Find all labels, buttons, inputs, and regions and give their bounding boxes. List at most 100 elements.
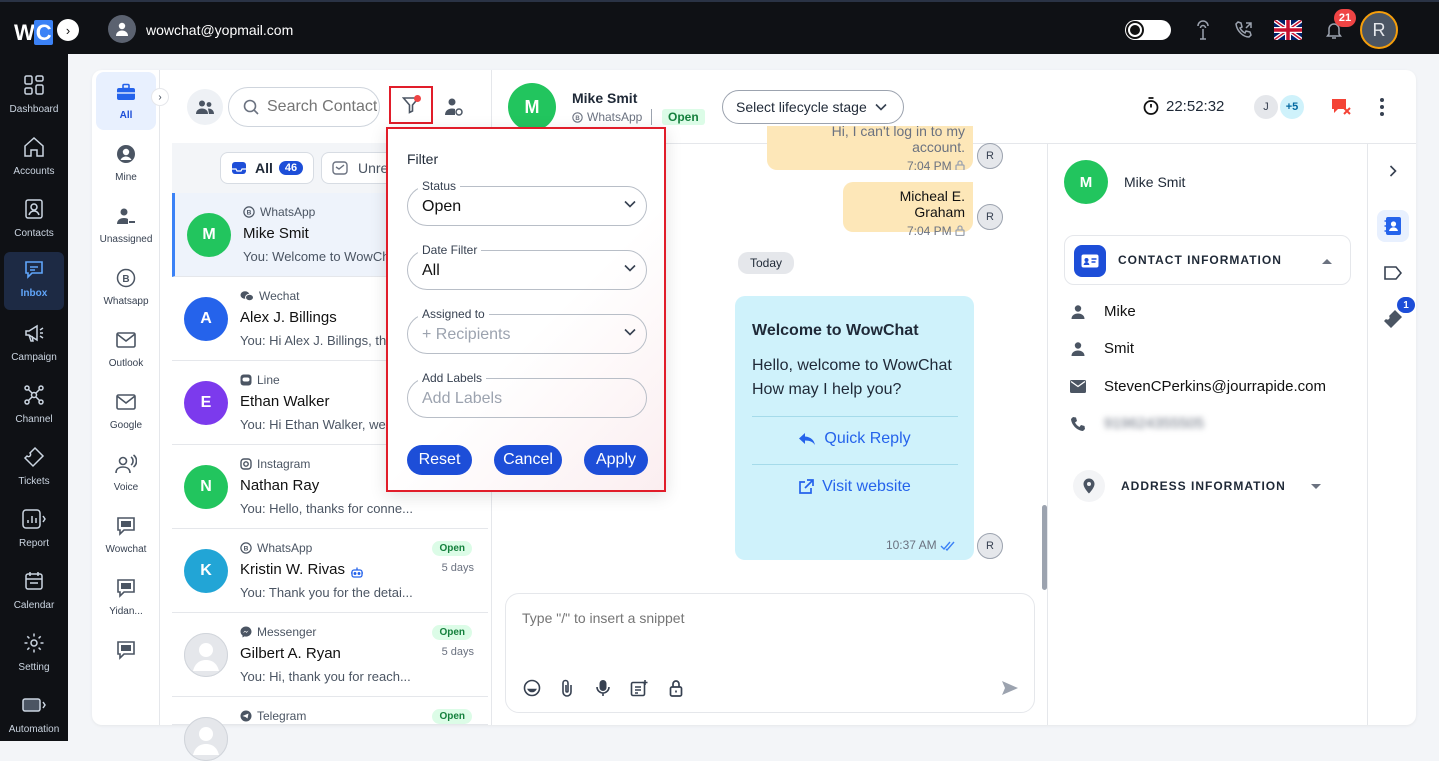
category-label: Yidan... [109,606,143,617]
svg-text:B: B [575,115,580,121]
reply-icon [799,433,816,445]
nav-calendar[interactable]: Calendar [0,564,68,622]
chevron-right-icon[interactable]: › [57,19,79,41]
group-users-button[interactable] [187,89,223,125]
send-icon[interactable] [1000,678,1020,698]
end-chat-icon[interactable] [1330,97,1352,117]
address-information-section[interactable]: ADDRESS INFORMATION [1073,470,1322,502]
search-box[interactable] [228,87,380,127]
add-template-icon[interactable] [629,678,649,698]
user-avatar[interactable] [108,15,136,43]
whatsapp-icon: B [572,111,583,123]
status-select[interactable]: Status Open [407,179,647,226]
user-settings-icon [445,98,463,116]
contact-details-icon[interactable] [1377,210,1409,242]
category-google[interactable]: Google [96,382,156,440]
nav-tickets[interactable]: Tickets [0,440,68,498]
assign-agent-button[interactable] [442,95,466,119]
date-filter-select[interactable]: Date Filter All [407,243,647,290]
reset-button[interactable]: Reset [407,445,472,475]
lifecycle-select[interactable]: Select lifecycle stage [722,90,904,124]
nav-label: Inbox [20,288,48,299]
nav-contacts[interactable]: Contacts [0,192,68,250]
nav-report[interactable]: Report [0,502,68,560]
conversation-channel: Wechat [240,289,299,303]
channel-label: Messenger [257,625,317,639]
conversation-item[interactable]: Telegram Open [172,697,488,761]
visit-website-button[interactable]: Visit website [735,478,974,496]
search-input[interactable] [267,98,377,116]
nav-channel[interactable]: Channel [0,378,68,436]
status-badge: Open [432,541,472,556]
nav-campaign[interactable]: Campaign [0,316,68,374]
tab-all[interactable]: All 46 [220,152,315,184]
theme-toggle[interactable] [1125,20,1171,40]
message-input[interactable] [522,610,1002,650]
tab-all-count: 46 [278,161,304,175]
section-title: ADDRESS INFORMATION [1121,479,1286,493]
channel-label: Instagram [257,457,311,471]
nav-label: Automation [8,724,60,735]
message-bubble[interactable]: Micheal E. Graham 7:04 PM [843,182,973,238]
uk-flag-icon[interactable] [1274,20,1302,40]
conversation-name: Nathan Ray [240,477,320,494]
attachment-icon[interactable] [557,678,577,698]
message-composer [505,593,1035,713]
category-label: Outlook [108,358,144,369]
app-logo[interactable]: WC [14,20,53,46]
chat-contact-avatar[interactable]: M [508,83,556,131]
add-labels-input[interactable]: Add Labels Add Labels [407,371,647,418]
category-all[interactable]: All [96,72,156,130]
nav-dashboard[interactable]: Dashboard [0,68,68,126]
contact-information-section[interactable]: CONTACT INFORMATION [1064,235,1351,285]
category-yidan[interactable]: Yidan... [96,568,156,626]
cancel-button[interactable]: Cancel [494,445,562,475]
conversation-preview: You: Hi, thank you for reach... [240,669,411,684]
agent-avatar[interactable]: J [1252,93,1280,121]
tab-all-label: All [255,160,273,176]
category-mine[interactable]: Mine [96,134,156,192]
profile-avatar[interactable]: R [1360,11,1398,49]
tab-unread[interactable]: Unre [321,152,391,184]
add-labels-label: Add Labels [418,371,487,385]
mail-icon [114,328,138,352]
conversation-item[interactable]: K B WhatsApp Kristin W. Rivas You: Thank you… [172,529,488,613]
lock-icon [955,225,965,237]
message-bubble[interactable]: Hi, I can't log in to my account. 7:04 P… [767,126,973,170]
chevron-down-icon [1310,483,1321,489]
category-other[interactable] [96,630,156,688]
quick-reply-button[interactable]: Quick Reply [735,430,974,448]
category-unassigned[interactable]: Unassigned [96,196,156,254]
category-outlook[interactable]: Outlook [96,320,156,378]
apply-button[interactable]: Apply [584,445,648,475]
message-meta: 7:04 PM [775,159,965,170]
tag-icon[interactable] [1381,261,1405,285]
broadcast-icon[interactable] [1191,18,1215,42]
emoji-icon[interactable] [522,678,542,698]
template-body: Hello, welcome to WowChat How may I help… [752,357,952,398]
microphone-icon[interactable] [593,678,613,698]
chat-icon [114,576,138,600]
whatsapp-icon: B [114,266,138,290]
inbox-icon [21,256,47,282]
chat-status-badge[interactable]: Open [662,109,705,125]
chevron-right-icon[interactable] [1381,159,1405,183]
contact-email: StevenCPerkins@jourrapide.com [1070,378,1326,395]
nav-setting[interactable]: Setting [0,626,68,684]
phone-icon[interactable] [1232,18,1256,42]
conversation-channel: B WhatsApp [240,541,312,555]
filter-button[interactable] [389,86,433,124]
category-voice[interactable]: Voice [96,444,156,502]
nav-inbox[interactable]: Inbox [4,252,64,310]
more-options-icon[interactable] [1374,96,1390,118]
automation-icon [21,692,47,718]
nav-automation[interactable]: Automation [0,688,68,746]
nav-accounts[interactable]: Accounts [0,130,68,188]
template-message[interactable]: Welcome to WowChat Hello, welcome to Wow… [735,296,974,560]
category-wowchat[interactable]: Wowchat [96,506,156,564]
more-agents-badge[interactable]: +5 [1278,93,1306,121]
assigned-to-select[interactable]: Assigned to + Recipients [407,307,647,354]
conversation-item[interactable]: Messenger Gilbert A. Ryan You: Hi, thank y… [172,613,488,697]
category-whatsapp[interactable]: B Whatsapp [96,258,156,316]
lock-icon[interactable] [666,678,686,698]
